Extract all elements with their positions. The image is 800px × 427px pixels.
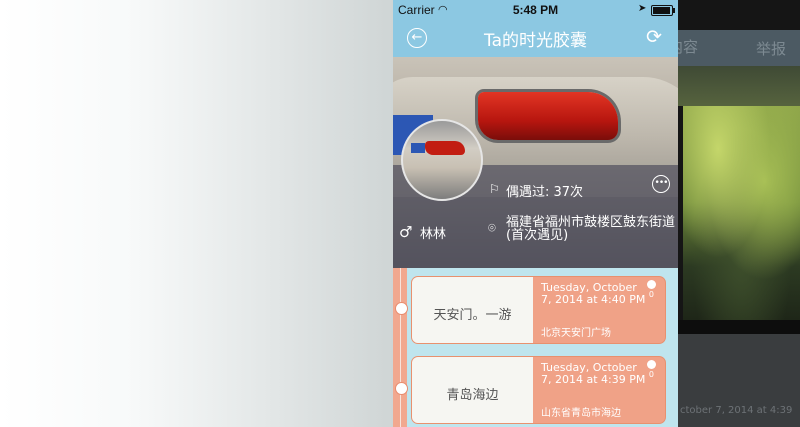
timeline-card[interactable]: 天安门。一游 Tuesday, October 7, 2014 at 4:40 … bbox=[411, 276, 666, 344]
timeline-card[interactable]: 青岛海边 Tuesday, October 7, 2014 at 4:39 PM… bbox=[411, 356, 666, 424]
card-date: Tuesday, October 7, 2014 at 4:40 PM bbox=[541, 281, 646, 306]
first-meet-location: 福建省福州市鼓楼区鼓东街道(首次遇见) bbox=[506, 215, 676, 243]
page-title: Ta的时光胶囊 bbox=[484, 31, 587, 51]
timeline-line bbox=[400, 268, 401, 427]
background-report-label: 举报 bbox=[755, 40, 786, 58]
left-gradient-background bbox=[0, 0, 393, 427]
card-title-panel: 天安门。一游 bbox=[412, 277, 533, 343]
car-photo-taillight bbox=[478, 92, 618, 140]
meet-count-label: 偶遇过: 37次 bbox=[506, 185, 584, 200]
location-pin-icon: ⌾ bbox=[488, 221, 496, 236]
refresh-icon[interactable]: ⟳ bbox=[644, 27, 664, 47]
background-willow-photo bbox=[683, 106, 800, 320]
card-title-panel: 青岛海边 bbox=[412, 357, 533, 423]
card-title: 青岛海边 bbox=[446, 388, 499, 403]
avatar-taillight bbox=[425, 141, 465, 155]
timeline-list[interactable]: 天安门。一游 Tuesday, October 7, 2014 at 4:40 … bbox=[393, 268, 678, 427]
signpost-icon: ⚐ bbox=[489, 182, 500, 196]
card-badge-icon bbox=[647, 280, 656, 289]
card-date: Tuesday, October 7, 2014 at 4:39 PM bbox=[541, 361, 646, 386]
timeline-dot bbox=[395, 382, 408, 395]
location-arrow-icon: ➤ bbox=[638, 3, 647, 14]
clock-label: 5:48 PM bbox=[512, 3, 559, 17]
card-place: 山东省青岛市海边 bbox=[541, 408, 621, 419]
navigation-bar: ← Ta的时光胶囊 ⟳ bbox=[393, 18, 678, 57]
card-place: 北京天安门广场 bbox=[541, 328, 611, 339]
status-bar: Carrier ◠ 5:48 PM ➤ bbox=[393, 0, 678, 18]
more-options-button[interactable]: ••• bbox=[652, 175, 670, 193]
background-date-text: ctober 7, 2014 at 4:39 bbox=[680, 405, 793, 416]
card-title: 天安门。一游 bbox=[433, 308, 512, 323]
battery-icon bbox=[651, 5, 675, 16]
card-count: 0 bbox=[648, 370, 654, 379]
background-previous-page: 内容 举报 ctober 7, 2014 at 4:39 bbox=[678, 0, 800, 427]
background-photo-strip bbox=[678, 66, 800, 106]
avatar[interactable] bbox=[401, 119, 483, 201]
card-badge-icon bbox=[647, 360, 656, 369]
male-gender-icon: ♂ bbox=[399, 223, 413, 241]
avatar-plate bbox=[411, 143, 425, 153]
background-content-label: 内容 bbox=[678, 38, 699, 56]
user-name: 林林 bbox=[420, 227, 447, 242]
background-divider bbox=[678, 320, 800, 334]
timeline-dot bbox=[395, 302, 408, 315]
phone-screen: Carrier ◠ 5:48 PM ➤ ← Ta的时光胶囊 ⟳ ⚐ 偶遇过: 3… bbox=[393, 0, 678, 427]
card-count: 0 bbox=[648, 290, 654, 299]
profile-header: ⚐ 偶遇过: 37次 ••• ♂ 林林 ⌾ 福建省福州市鼓楼区鼓东街道(首次遇见… bbox=[393, 57, 678, 268]
